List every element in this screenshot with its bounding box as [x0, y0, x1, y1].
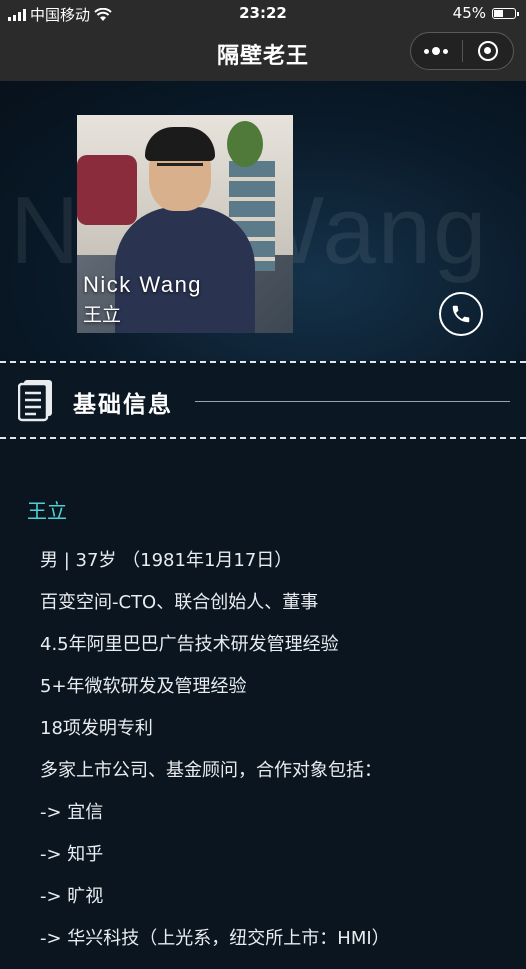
name-chinese: 王立	[83, 304, 122, 326]
close-button[interactable]	[463, 33, 514, 69]
section-header: 基础信息	[0, 361, 526, 439]
profile-name: 王立	[27, 499, 67, 523]
info-line: -> 宜信	[40, 802, 104, 823]
status-time: 23:22	[239, 4, 287, 22]
info-line: 百变空间-CTO、联合创始人、董事	[40, 592, 319, 613]
info-line: 男 | 37岁 （1981年1月17日）	[40, 550, 293, 571]
phone-icon	[452, 305, 470, 323]
info-line: 4.5年阿里巴巴广告技术研发管理经验	[40, 634, 339, 655]
info-line: 18项发明专利	[40, 718, 153, 739]
nav-bar: 隔壁老王	[0, 26, 526, 81]
info-line: -> 知乎	[40, 844, 104, 865]
profile-photo: Nick Wang 王立	[77, 115, 293, 333]
info-line: -> 华兴科技（上光系，纽交所上市：HMI）	[40, 928, 390, 949]
photo-chair	[77, 155, 137, 225]
mini-program-capsule	[410, 32, 514, 70]
battery-percent: 45%	[452, 4, 486, 22]
name-english: Nick Wang	[83, 272, 203, 297]
profile-hero: Nick Wang Nick Wang 王立	[0, 81, 526, 361]
more-dots-icon	[424, 47, 449, 55]
status-bar: 中国移动 23:22 45%	[0, 0, 526, 26]
battery-fill	[494, 9, 503, 17]
photo-plant	[227, 121, 263, 167]
info-line: 5+年微软研发及管理经验	[40, 676, 247, 697]
photo-caption: Nick Wang 王立	[83, 272, 202, 327]
call-button[interactable]	[439, 292, 483, 336]
more-button[interactable]	[411, 33, 462, 69]
section-divider	[195, 401, 510, 402]
target-circle-icon	[477, 41, 498, 61]
document-icon	[18, 380, 52, 422]
info-line: -> 旷视	[40, 886, 104, 907]
profile-info-list: 男 | 37岁 （1981年1月17日） 百变空间-CTO、联合创始人、董事 4…	[40, 549, 390, 969]
battery-icon	[492, 7, 519, 19]
profile-content: 王立 男 | 37岁 （1981年1月17日） 百变空间-CTO、联合创始人、董…	[0, 439, 526, 949]
info-line: 多家上市公司、基金顾问，合作对象包括：	[40, 760, 382, 781]
section-title: 基础信息	[73, 392, 173, 418]
photo-person-glasses	[157, 163, 203, 176]
